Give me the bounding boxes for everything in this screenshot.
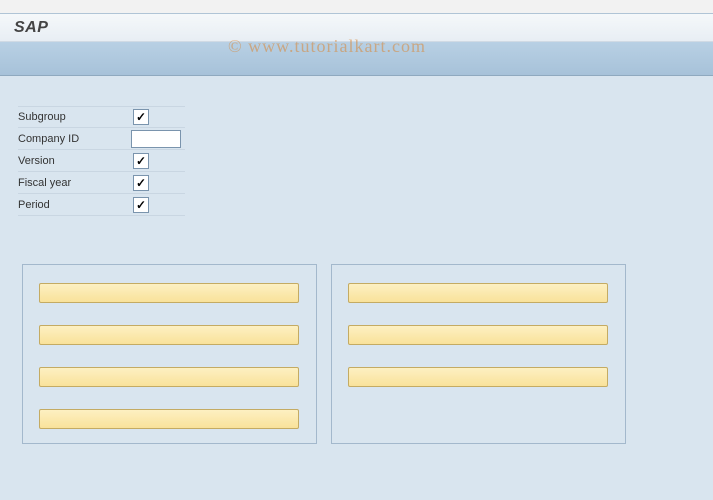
label-subgroup: Subgroup (18, 106, 131, 128)
checkbox-fiscal-year[interactable] (133, 175, 149, 191)
action-button-left-2[interactable] (39, 325, 299, 345)
label-version: Version (18, 150, 131, 172)
checkbox-period[interactable] (133, 197, 149, 213)
window-top-strip (0, 0, 713, 14)
form-row-subgroup: Subgroup (18, 106, 695, 128)
label-fiscal-year: Fiscal year (18, 172, 131, 194)
title-bar: SAP (0, 14, 713, 42)
button-panels (18, 264, 695, 444)
toolbar (0, 42, 713, 76)
action-button-left-4[interactable] (39, 409, 299, 429)
form-row-fiscal-year: Fiscal year (18, 172, 695, 194)
action-button-left-3[interactable] (39, 367, 299, 387)
field-wrap-subgroup (131, 106, 185, 128)
form-row-period: Period (18, 194, 695, 216)
content-area: Subgroup Company ID Version Fiscal year … (0, 76, 713, 454)
label-company-id: Company ID (18, 128, 131, 150)
field-wrap-fiscal-year (131, 172, 185, 194)
checkbox-subgroup[interactable] (133, 109, 149, 125)
checkbox-version[interactable] (133, 153, 149, 169)
action-button-right-2[interactable] (348, 325, 608, 345)
label-period: Period (18, 194, 131, 216)
form-row-version: Version (18, 150, 695, 172)
form-block: Subgroup Company ID Version Fiscal year … (18, 106, 695, 216)
action-button-right-1[interactable] (348, 283, 608, 303)
input-company-id[interactable] (131, 130, 181, 148)
page-title: SAP (14, 19, 48, 37)
form-row-company-id: Company ID (18, 128, 695, 150)
field-wrap-version (131, 150, 185, 172)
right-button-panel (331, 264, 626, 444)
field-wrap-company-id (131, 128, 185, 150)
left-button-panel (22, 264, 317, 444)
action-button-left-1[interactable] (39, 283, 299, 303)
action-button-right-3[interactable] (348, 367, 608, 387)
field-wrap-period (131, 194, 185, 216)
